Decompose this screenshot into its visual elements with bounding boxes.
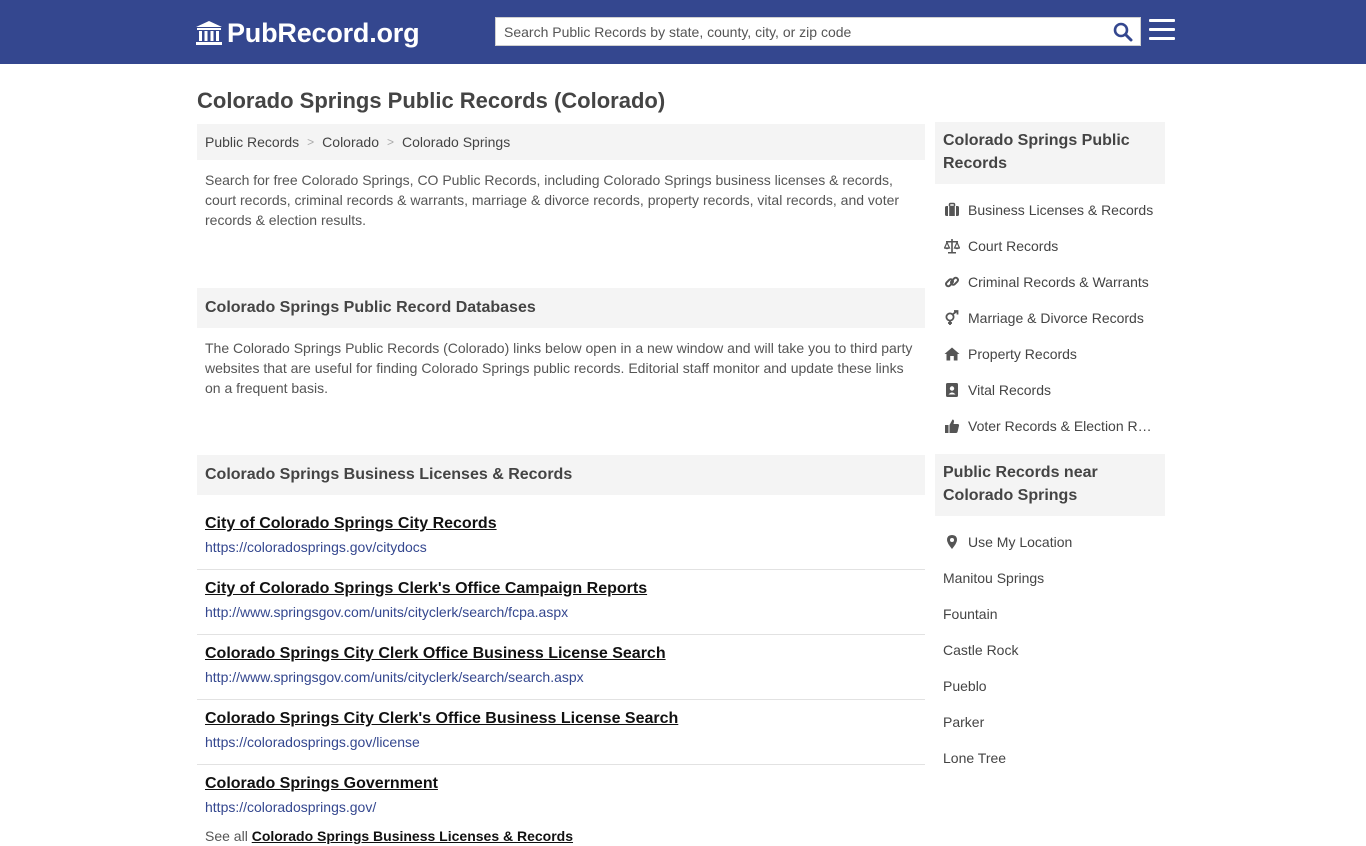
record-link-url[interactable]: http://www.springsgov.com/units/citycler… [205,601,917,623]
sidebar: Colorado Springs Public Records Business… [935,122,1165,786]
sidebar-item-criminal[interactable]: Criminal Records & Warrants [935,264,1165,300]
sidebar-item-marriage[interactable]: Marriage & Divorce Records [935,300,1165,336]
search-bar [495,17,1141,46]
sidebar-records-heading: Colorado Springs Public Records [935,122,1165,184]
site-header: PubRecord.org [0,0,1366,64]
record-link-url[interactable]: http://www.springsgov.com/units/citycler… [205,666,917,688]
record-link-title[interactable]: City of Colorado Springs City Records [205,512,917,536]
breadcrumb-separator: > [307,135,315,149]
see-all-prefix: See all [205,828,248,844]
list-item: Colorado Springs City Clerk Office Busin… [197,635,925,700]
search-input[interactable] [496,18,1106,45]
nearby-city-link[interactable]: Castle Rock [935,632,1165,668]
business-links-list: City of Colorado Springs City Records ht… [197,495,925,830]
briefcase-icon [943,202,960,218]
record-link-title[interactable]: Colorado Springs City Clerk's Office Bus… [205,707,917,731]
see-all-row: See all Colorado Springs Business Licens… [197,826,925,846]
sidebar-item-label: Vital Records [968,382,1052,398]
use-my-location-link[interactable]: Use My Location [935,524,1165,560]
databases-heading: Colorado Springs Public Record Databases [197,288,925,328]
nearby-city-link[interactable]: Fountain [935,596,1165,632]
hamburger-menu-icon[interactable] [1149,19,1175,43]
intro-text: Search for free Colorado Springs, CO Pub… [205,172,900,228]
scale-icon [943,238,960,254]
sidebar-records-list: Business Licenses & Records Court Record… [935,184,1165,454]
search-button[interactable] [1106,18,1140,45]
record-link-url[interactable]: https://coloradosprings.gov/ [205,796,917,818]
id-card-icon [943,382,960,398]
record-link-url[interactable]: https://coloradosprings.gov/license [205,731,917,753]
sidebar-item-label: Business Licenses & Records [968,202,1154,218]
home-icon [943,346,960,362]
list-item: Colorado Springs City Clerk's Office Bus… [197,700,925,765]
list-item: Colorado Springs Government https://colo… [197,765,925,830]
sidebar-near-heading: Public Records near Colorado Springs [935,454,1165,516]
databases-description: The Colorado Springs Public Records (Col… [205,340,913,396]
link-icon [943,274,960,290]
sidebar-item-label: Property Records [968,346,1077,362]
nearby-city-link[interactable]: Manitou Springs [935,560,1165,596]
sidebar-item-label: Court Records [968,238,1059,254]
nearby-city-link[interactable]: Lone Tree [935,740,1165,776]
page-title: Colorado Springs Public Records (Colorad… [197,88,666,113]
sidebar-nearby-list: Use My Location Manitou Springs Fountain… [935,516,1165,786]
list-item: City of Colorado Springs Clerk's Office … [197,570,925,635]
site-logo[interactable]: PubRecord.org [195,17,420,48]
record-link-title[interactable]: City of Colorado Springs Clerk's Office … [205,577,917,601]
list-item: City of Colorado Springs City Records ht… [197,505,925,570]
sidebar-item-label: Voter Records & Election Results [968,418,1157,434]
courthouse-icon [196,21,222,45]
nearby-city-link[interactable]: Pueblo [935,668,1165,704]
record-link-url[interactable]: https://coloradosprings.gov/citydocs [205,536,917,558]
logo-text: PubRecord.org [227,17,420,48]
sidebar-item-vital[interactable]: Vital Records [935,372,1165,408]
main-content: Public Records > Colorado > Colorado Spr… [197,124,925,846]
thumbs-up-icon [943,418,960,434]
breadcrumb: Public Records > Colorado > Colorado Spr… [197,124,925,160]
record-link-title[interactable]: Colorado Springs City Clerk Office Busin… [205,642,917,666]
business-section-heading: Colorado Springs Business Licenses & Rec… [197,455,925,495]
use-my-location-label: Use My Location [968,534,1073,550]
breadcrumb-colorado[interactable]: Colorado [322,134,379,150]
sidebar-item-label: Marriage & Divorce Records [968,310,1144,326]
see-all-link[interactable]: Colorado Springs Business Licenses & Rec… [252,828,573,844]
sidebar-item-court[interactable]: Court Records [935,228,1165,264]
sidebar-item-business[interactable]: Business Licenses & Records [935,192,1165,228]
sidebar-item-property[interactable]: Property Records [935,336,1165,372]
venus-mars-icon [943,310,960,326]
breadcrumb-colorado-springs[interactable]: Colorado Springs [402,134,510,150]
sidebar-item-voter[interactable]: Voter Records & Election Results [935,408,1165,444]
breadcrumb-separator: > [387,135,395,149]
record-link-title[interactable]: Colorado Springs Government [205,772,917,796]
map-marker-icon [943,534,960,550]
sidebar-item-label: Criminal Records & Warrants [968,274,1149,290]
search-icon [1113,22,1133,41]
breadcrumb-public-records[interactable]: Public Records [205,134,299,150]
nearby-city-link[interactable]: Parker [935,704,1165,740]
